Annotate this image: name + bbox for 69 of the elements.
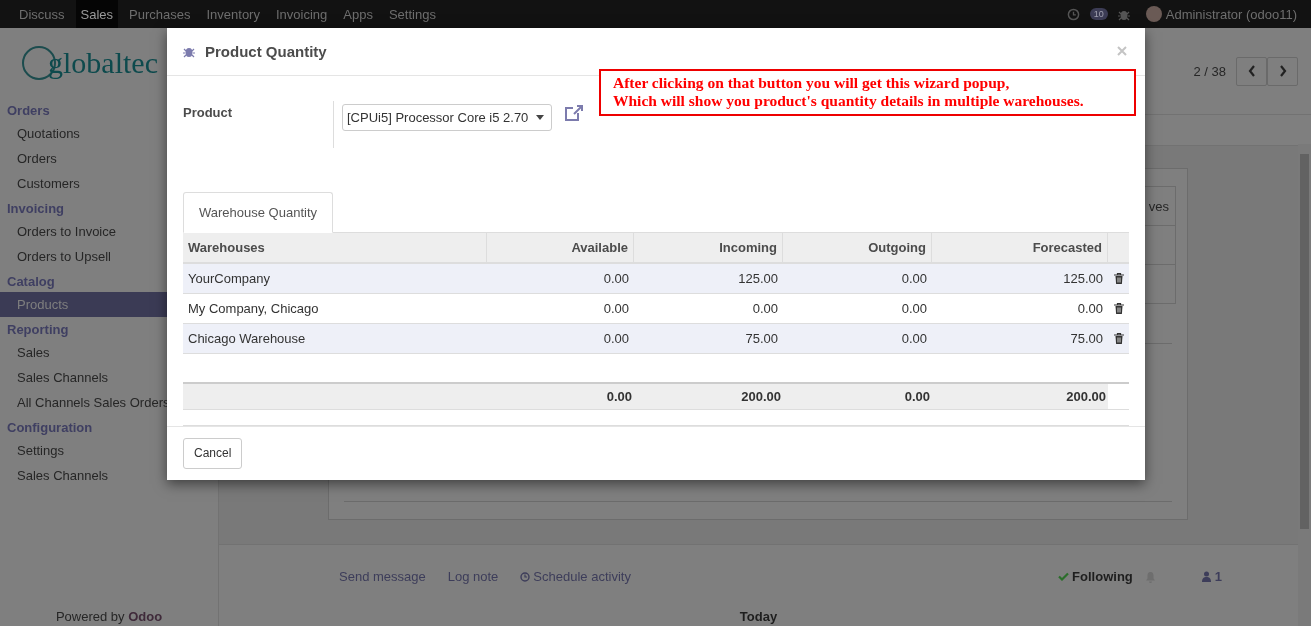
table-cell: 0.00 bbox=[487, 323, 634, 354]
powered-by-text: Powered by Odoo bbox=[54, 609, 164, 624]
close-icon[interactable] bbox=[1117, 46, 1127, 56]
app-menu-item[interactable]: Sales bbox=[75, 0, 119, 28]
table-cell: YourCompany bbox=[183, 263, 487, 294]
app-menu-item[interactable]: Purchases bbox=[124, 0, 196, 28]
followers-button[interactable]: 1 bbox=[1201, 569, 1222, 584]
table-cell: Chicago Warehouse bbox=[183, 323, 487, 354]
person-icon bbox=[1201, 571, 1211, 582]
menu-section-heading: Reporting bbox=[6, 321, 70, 339]
table-cell: 0.00 bbox=[783, 323, 932, 354]
table-cell: 75.00 bbox=[634, 323, 783, 354]
trash-icon[interactable] bbox=[1113, 332, 1124, 344]
table-cell: My Company, Chicago bbox=[183, 293, 487, 324]
annotation-text: After clicking on that button you will get this wizard popup, bbox=[613, 74, 1011, 92]
chatter-link[interactable]: Log note bbox=[447, 569, 499, 584]
menu-section-heading: Orders bbox=[6, 102, 51, 120]
avatar-icon bbox=[1145, 6, 1162, 22]
messages-badge[interactable]: 10 bbox=[1089, 8, 1108, 20]
product-select[interactable]: [CPUi5] Processor Core i5 2.70 bbox=[342, 103, 553, 131]
column-header[interactable]: Incoming bbox=[634, 232, 783, 264]
table-cell: 0.00 bbox=[634, 293, 783, 324]
app-menu-item[interactable]: Invoicing bbox=[270, 0, 333, 28]
clock-icon[interactable] bbox=[1066, 7, 1080, 21]
next-button[interactable] bbox=[1267, 56, 1298, 86]
chatter-link[interactable]: Schedule activity bbox=[520, 569, 631, 584]
table-cell: 75.00 bbox=[932, 323, 1108, 354]
user-menu[interactable]: Administrator (odoo11) bbox=[1165, 6, 1297, 22]
external-link-icon[interactable] bbox=[564, 103, 585, 122]
table-cell: 0.00 bbox=[487, 293, 634, 324]
column-header[interactable]: Outgoing bbox=[783, 232, 932, 264]
date-separator-label: Today bbox=[738, 609, 779, 624]
app-menu-item[interactable]: Apps bbox=[338, 0, 378, 28]
trash-icon[interactable] bbox=[1113, 302, 1124, 314]
tab[interactable]: Warehouse Quantity bbox=[183, 191, 334, 233]
cancel-button[interactable]: Cancel bbox=[183, 437, 243, 469]
column-header[interactable]: Warehouses bbox=[183, 232, 487, 264]
table-cell: 0.00 bbox=[783, 263, 932, 294]
total-cell: 0.00 bbox=[487, 383, 634, 410]
following-button[interactable]: Following bbox=[1058, 569, 1133, 584]
chevron-left-icon bbox=[1247, 65, 1256, 77]
trash-icon[interactable] bbox=[1113, 272, 1124, 284]
app-menu-item[interactable]: Discuss bbox=[14, 0, 70, 28]
caret-icon bbox=[536, 114, 545, 120]
chevron-right-icon bbox=[1278, 65, 1287, 77]
menu-section-heading: Configuration bbox=[6, 419, 94, 437]
total-cell: 0.00 bbox=[783, 383, 932, 410]
scrollbar[interactable] bbox=[1298, 144, 1311, 626]
column-header[interactable]: Available bbox=[487, 232, 634, 264]
total-cell: 200.00 bbox=[634, 383, 783, 410]
app-menu-item[interactable]: Settings bbox=[383, 0, 441, 28]
chatter-link[interactable]: Send message bbox=[339, 569, 426, 584]
menu-section-heading: Catalog bbox=[6, 273, 56, 291]
total-cell: 200.00 bbox=[932, 383, 1108, 410]
table-cell: 125.00 bbox=[932, 263, 1108, 294]
annotation-text: Which will show you product's quantity details in multiple warehouses. bbox=[613, 92, 1085, 110]
pager-counter: 2 / 38 bbox=[1193, 63, 1226, 79]
menu-section-heading: Invoicing bbox=[6, 200, 66, 218]
field-label: Product bbox=[183, 103, 234, 122]
column-header[interactable]: Forecasted bbox=[932, 232, 1108, 264]
app-menu-item[interactable]: Inventory bbox=[201, 0, 265, 28]
check-icon bbox=[1058, 572, 1070, 581]
table-cell: 0.00 bbox=[932, 293, 1108, 324]
table-cell: 125.00 bbox=[634, 263, 783, 294]
previous-button[interactable] bbox=[1236, 56, 1267, 86]
clock-icon bbox=[520, 571, 531, 582]
table-cell: 0.00 bbox=[783, 293, 932, 324]
table-cell: 0.00 bbox=[487, 263, 634, 294]
dialog-title: Product Quantity bbox=[205, 42, 327, 60]
